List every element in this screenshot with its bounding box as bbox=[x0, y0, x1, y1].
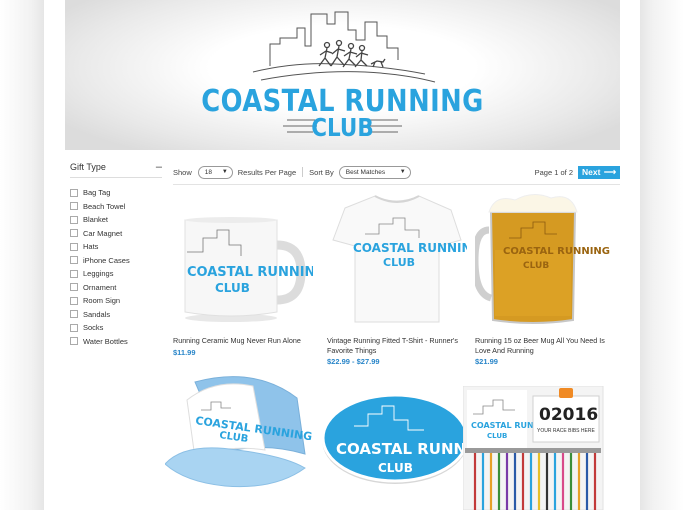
filter-item-label: Room Sign bbox=[83, 296, 121, 306]
results-per-page-value: 18 bbox=[204, 168, 212, 176]
product-card[interactable]: COASTAL RUNNING CLUB Vintage Running Fit… bbox=[327, 190, 467, 370]
product-card[interactable]: COASTAL RUNNING CLUB bbox=[165, 372, 315, 510]
filter-sidebar: Gift Type – Bag Tag Beach Towel Blanket … bbox=[70, 161, 162, 348]
tshirt-icon[interactable]: COASTAL RUNNING CLUB bbox=[327, 190, 467, 330]
svg-text:CLUB: CLUB bbox=[383, 256, 415, 269]
minus-icon[interactable]: – bbox=[156, 161, 162, 172]
car-magnet-icon[interactable]: COASTAL RUNNING CLUB bbox=[320, 392, 470, 510]
svg-text:CLUB: CLUB bbox=[523, 261, 549, 271]
checkbox[interactable] bbox=[70, 188, 78, 197]
checkbox[interactable] bbox=[70, 229, 78, 238]
svg-text:YOUR RACE BIBS HERE: YOUR RACE BIBS HERE bbox=[537, 428, 595, 434]
product-card[interactable]: COASTAL RUNNING CLUB Running Ceramic Mug… bbox=[173, 190, 313, 360]
page-shadow-right bbox=[640, 0, 684, 510]
product-price: $11.99 bbox=[173, 348, 196, 357]
svg-text:02016: 02016 bbox=[539, 405, 598, 425]
filter-item-label: Beach Towel bbox=[83, 201, 126, 211]
sort-value: Best Matches bbox=[345, 168, 386, 176]
filter-item-label: Blanket bbox=[83, 215, 109, 225]
checkbox[interactable] bbox=[70, 215, 78, 224]
checkbox[interactable] bbox=[70, 323, 78, 332]
checkbox[interactable] bbox=[70, 310, 78, 319]
page: COASTAL RUNNING CLUB Gift Type – Bag Tag… bbox=[65, 0, 620, 510]
filter-item-label: Car Magnet bbox=[83, 228, 123, 238]
checkbox[interactable] bbox=[70, 283, 78, 292]
filter-item-label: iPhone Cases bbox=[83, 255, 130, 265]
filter-item-beach-towel[interactable]: Beach Towel bbox=[70, 200, 162, 214]
filter-item-car-magnet[interactable]: Car Magnet bbox=[70, 227, 162, 241]
svg-text:COASTAL RUNNING: COASTAL RUNNING bbox=[187, 265, 313, 280]
filter-item-label: Leggings bbox=[83, 269, 114, 279]
svg-text:CLUB: CLUB bbox=[487, 432, 507, 440]
product-price: $22.99 - $27.99 bbox=[327, 357, 380, 366]
page-shadow-left bbox=[0, 0, 44, 510]
filter-item-leggings[interactable]: Leggings bbox=[70, 267, 162, 281]
filter-item-label: Hats bbox=[83, 242, 99, 252]
checkbox[interactable] bbox=[70, 242, 78, 251]
product-name[interactable]: Vintage Running Fitted T-Shirt - Runner'… bbox=[327, 336, 467, 356]
product-card[interactable]: COASTAL RUNNING CLUB bbox=[320, 392, 470, 510]
page-info: Page 1 of 2 bbox=[534, 167, 573, 177]
filter-item-label: Bag Tag bbox=[83, 188, 111, 198]
svg-text:CLUB: CLUB bbox=[215, 281, 250, 295]
filter-item-water-bottles[interactable]: Water Bottles bbox=[70, 335, 162, 349]
filter-item-bag-tag[interactable]: Bag Tag bbox=[70, 186, 162, 200]
svg-text:CLUB: CLUB bbox=[378, 461, 413, 475]
product-name[interactable]: Running 15 oz Beer Mug All You Need Is L… bbox=[475, 336, 615, 356]
svg-text:COASTAL RUNNING: COASTAL RUNNING bbox=[503, 246, 610, 257]
filter-item-hats[interactable]: Hats bbox=[70, 240, 162, 254]
beer-mug-icon[interactable]: COASTAL RUNNING CLUB bbox=[475, 190, 615, 330]
filter-group-title: Gift Type bbox=[70, 162, 106, 172]
toolbar-divider bbox=[302, 167, 304, 177]
show-label: Show bbox=[173, 167, 192, 177]
sort-select[interactable]: Best Matches ▼ bbox=[338, 165, 411, 179]
toolbar-divider-line bbox=[173, 184, 620, 185]
next-page-button[interactable]: Next ⟶ bbox=[578, 165, 620, 179]
results-per-page-select[interactable]: 18 ▼ bbox=[197, 165, 233, 179]
chevron-down-icon: ▼ bbox=[399, 169, 406, 175]
filter-item-socks[interactable]: Socks bbox=[70, 321, 162, 335]
filter-item-ornament[interactable]: Ornament bbox=[70, 281, 162, 295]
filter-item-iphone-cases[interactable]: iPhone Cases bbox=[70, 254, 162, 268]
sort-label: Sort By bbox=[309, 167, 334, 177]
checkbox[interactable] bbox=[70, 269, 78, 278]
checkbox[interactable] bbox=[70, 202, 78, 211]
filter-item-label: Ornament bbox=[83, 282, 117, 292]
filter-group-header[interactable]: Gift Type – bbox=[70, 161, 162, 178]
arrow-right-icon: ⟶ bbox=[603, 166, 616, 177]
medal-hanger-icon[interactable]: COASTAL RUNNING CLUB 02016 YOUR RACE BIB… bbox=[463, 386, 608, 510]
filter-item-label: Socks bbox=[83, 323, 104, 333]
trucker-hat-icon[interactable]: COASTAL RUNNING CLUB bbox=[165, 372, 315, 510]
svg-text:COASTAL RUNNING: COASTAL RUNNING bbox=[353, 241, 467, 255]
product-card[interactable]: COASTAL RUNNING CLUB 02016 YOUR RACE BIB… bbox=[463, 386, 608, 510]
next-label: Next bbox=[582, 167, 601, 177]
checkbox[interactable] bbox=[70, 337, 78, 346]
results-toolbar: Show 18 ▼ Results Per Page Sort By Best … bbox=[173, 163, 620, 181]
svg-text:COASTAL RUNNING: COASTAL RUNNING bbox=[336, 440, 470, 458]
results-per-page-label: Results Per Page bbox=[237, 167, 297, 177]
product-price: $21.99 bbox=[475, 357, 498, 366]
chevron-down-icon: ▼ bbox=[221, 169, 228, 175]
filter-item-room-sign[interactable]: Room Sign bbox=[70, 294, 162, 308]
filter-item-label: Water Bottles bbox=[83, 336, 128, 346]
product-card[interactable]: COASTAL RUNNING CLUB Running 15 oz Beer … bbox=[475, 190, 615, 370]
checkbox[interactable] bbox=[70, 296, 78, 305]
mug-icon[interactable]: COASTAL RUNNING CLUB bbox=[173, 190, 313, 330]
filter-list: Bag Tag Beach Towel Blanket Car Magnet H… bbox=[70, 186, 162, 348]
filter-item-label: Sandals bbox=[83, 309, 111, 319]
filter-item-blanket[interactable]: Blanket bbox=[70, 213, 162, 227]
brand-title-line2: CLUB bbox=[311, 113, 374, 142]
hero-banner: COASTAL RUNNING CLUB bbox=[65, 0, 620, 150]
filter-item-sandals[interactable]: Sandals bbox=[70, 308, 162, 322]
product-name[interactable]: Running Ceramic Mug Never Run Alone bbox=[173, 336, 313, 346]
checkbox[interactable] bbox=[70, 256, 78, 265]
